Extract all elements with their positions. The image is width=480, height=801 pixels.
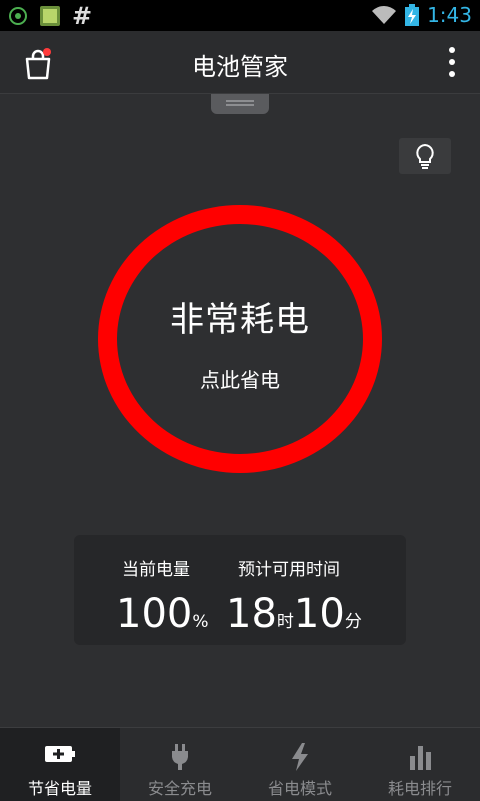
remaining-time-label: 预计可用时间: [238, 560, 340, 580]
plug-icon: [172, 744, 188, 770]
bar-chart-icon: [410, 746, 431, 770]
clock: 1:43: [427, 3, 472, 27]
current-level-label: 当前电量: [122, 560, 190, 580]
tab-label: 节省电量: [27, 779, 92, 798]
bottom-navigation: 节省电量 安全充电 省电模式 耗电排行: [0, 727, 480, 801]
battery-info-panel: 当前电量 预计可用时间 100% 18时10分: [74, 535, 406, 645]
tips-button[interactable]: [399, 138, 451, 174]
notification-hash-icon: #: [72, 2, 93, 30]
battery-charging-icon: [405, 4, 420, 26]
power-status-text: 非常耗电: [170, 300, 310, 340]
light-bulb-icon: [416, 143, 434, 169]
wifi-icon: [372, 6, 397, 24]
remaining-time-value: 18时10分: [226, 591, 362, 637]
lightning-icon: [292, 743, 308, 771]
status-bar: # 1:43: [0, 0, 480, 31]
save-power-link[interactable]: 点此省电: [0, 364, 480, 393]
current-level-value: 100%: [116, 591, 209, 637]
title-bar: 电池管家: [0, 31, 480, 94]
battery-plus-icon: [45, 746, 75, 762]
app-image-icon: [40, 6, 60, 26]
tab-label: 耗电排行: [387, 779, 452, 798]
tab-power-mode[interactable]: 省电模式: [240, 728, 360, 801]
tab-save-power[interactable]: 节省电量: [0, 728, 120, 801]
page-title: 电池管家: [192, 53, 288, 81]
tab-safe-charge[interactable]: 安全充电: [120, 728, 240, 801]
tab-usage-ranking[interactable]: 耗电排行: [360, 728, 480, 801]
app-circle-icon: [9, 7, 27, 25]
tab-label: 安全充电: [147, 779, 212, 798]
pull-down-handle[interactable]: [211, 94, 269, 114]
overflow-menu-button[interactable]: [446, 47, 458, 79]
tab-label: 省电模式: [267, 779, 332, 798]
